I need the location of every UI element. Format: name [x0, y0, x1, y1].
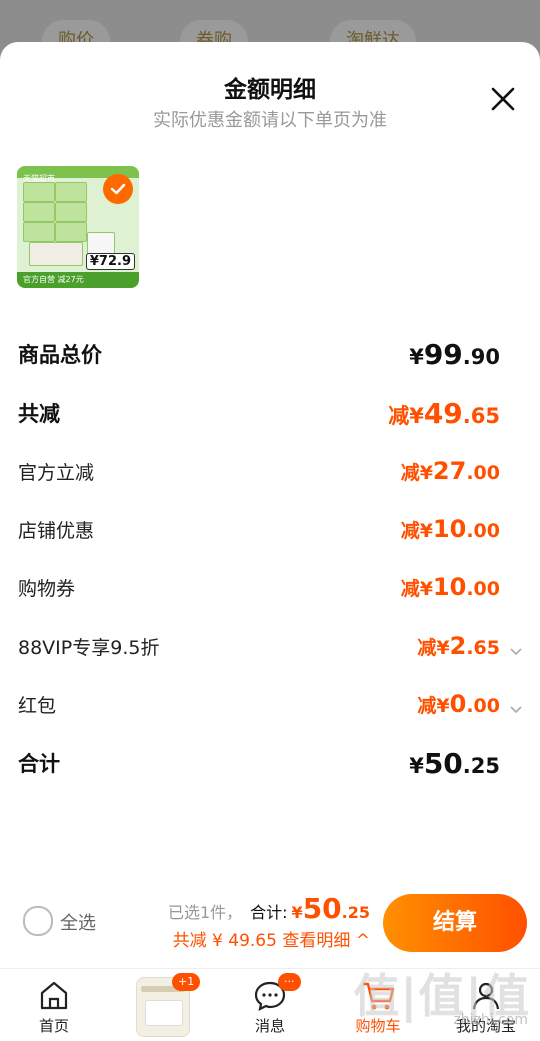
tab-home[interactable]: 首页	[9, 969, 99, 1041]
detail-row-total-discount: 共减 减¥ 49.65	[18, 393, 500, 433]
product-pack	[29, 242, 83, 266]
detail-amount: 减¥ 2.65	[417, 632, 522, 660]
watermark-domain: zhizhi.com	[453, 1012, 528, 1028]
detail-amount: ¥99.90	[409, 337, 500, 371]
chevron-down-icon	[510, 648, 522, 656]
discount-summary: 共减 ¥ 49.65 查看明细 ^	[173, 926, 370, 951]
product-pack	[55, 202, 87, 222]
selected-count: 已选1件，	[167, 903, 243, 922]
detail-row-grand-total: 合计 ¥50.25	[18, 743, 500, 783]
cart-add-badge: +1	[172, 973, 201, 991]
select-all-checkbox[interactable]	[23, 906, 53, 936]
product-pack	[23, 222, 55, 242]
product-pack	[55, 182, 87, 202]
product-thumbnail[interactable]: 天猫超市 ¥72.9 官方自营 减27元	[17, 166, 139, 288]
home-icon	[40, 981, 68, 1010]
product-pack	[55, 222, 87, 242]
tab-label: 消息	[254, 1017, 285, 1035]
detail-amount: 减¥ 49.65	[388, 396, 500, 430]
total-currency: ¥	[291, 903, 303, 922]
detail-label: 共减	[18, 402, 60, 426]
total-integer: 50	[302, 892, 342, 925]
detail-amount: 减¥ 10.00	[400, 515, 500, 543]
detail-row-store-discount: 店铺优惠 减¥ 10.00	[18, 509, 500, 549]
tab-label: 首页	[38, 1017, 69, 1035]
detail-label: 红包	[18, 694, 57, 717]
product-price-tag: ¥72.9	[85, 253, 135, 270]
detail-amount: 减¥ 0.00	[417, 690, 522, 718]
product-pack	[23, 182, 55, 202]
close-icon	[491, 87, 515, 111]
checkout-summary: 已选1件， 合计: ¥ 50 .25	[168, 892, 370, 925]
detail-row-shopping-coupon: 购物券 减¥ 10.00	[18, 567, 500, 607]
close-button[interactable]	[488, 84, 518, 114]
select-all-label[interactable]: 全选	[60, 909, 96, 935]
discount-text: 共减 ¥ 49.65	[172, 931, 277, 951]
checkmark-icon	[103, 174, 133, 204]
product-bottom-tag: 官方自营 减27元	[17, 272, 139, 288]
total-label: 合计:	[250, 903, 288, 922]
sheet-title: 金额明细	[224, 77, 316, 103]
total-decimal: .25	[341, 903, 370, 922]
detail-label: 店铺优惠	[18, 519, 95, 542]
product-pack	[23, 202, 55, 222]
detail-amount: 减¥ 10.00	[400, 573, 500, 601]
detail-row-88vip-discount[interactable]: 88VIP专享9.5折 减¥ 2.65	[18, 626, 522, 666]
tab-product-thumbnail[interactable]: +1	[120, 969, 210, 1041]
view-details-link[interactable]: 查看明细 ^	[282, 931, 370, 951]
detail-row-total-price: 商品总价 ¥99.90	[18, 334, 500, 374]
detail-row-official-discount: 官方立减 减¥ 27.00	[18, 451, 500, 491]
detail-label: 官方立减	[18, 461, 95, 484]
checkout-button[interactable]: 结算	[383, 894, 527, 952]
tab-messages[interactable]: ··· 消息	[225, 969, 315, 1041]
message-badge: ···	[278, 973, 301, 991]
detail-label: 商品总价	[18, 343, 102, 367]
detail-label: 88VIP专享9.5折	[18, 636, 160, 659]
detail-amount: ¥50.25	[409, 746, 500, 780]
sheet-subtitle: 实际优惠金额请以下单页为准	[153, 110, 387, 131]
detail-amount: 减¥ 27.00	[400, 457, 500, 485]
detail-label: 购物券	[18, 577, 76, 600]
chevron-down-icon	[510, 706, 522, 714]
detail-label: 合计	[18, 752, 60, 776]
amount-details-sheet: 金额明细 实际优惠金额请以下单页为准 天猫超市 ¥72.9 官方自营 减27元 …	[0, 42, 540, 968]
detail-row-red-packet[interactable]: 红包 减¥ 0.00	[18, 684, 522, 724]
